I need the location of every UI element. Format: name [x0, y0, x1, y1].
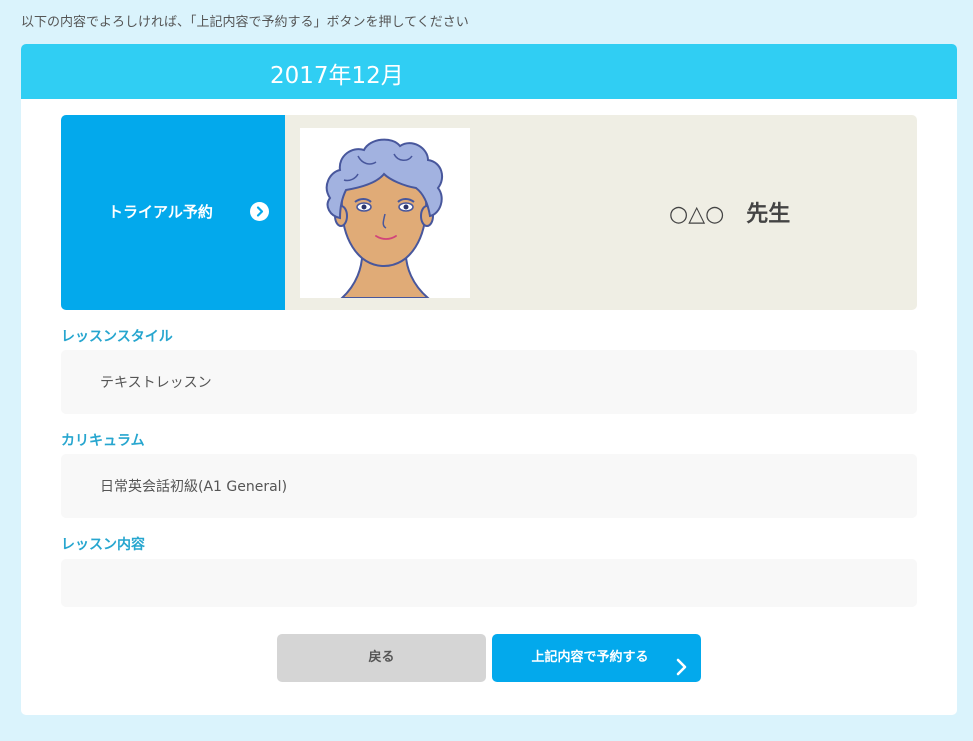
- panel-header: 2017年12月: [21, 44, 957, 99]
- teacher-avatar: [300, 128, 470, 298]
- instruction-text: 以下の内容でよろしければ、「上記内容で予約する」ボタンを押してください: [21, 15, 469, 30]
- teacher-name: ○△○ 先生: [669, 202, 791, 227]
- lesson-content-label: レッスン内容: [61, 537, 145, 553]
- curriculum-label: カリキュラム: [61, 433, 145, 449]
- back-button[interactable]: 戻る: [277, 634, 486, 682]
- trial-reservation-label: トライアル予約: [108, 203, 213, 221]
- lesson-style-field: テキストレッスン: [61, 350, 917, 414]
- submit-reservation-button[interactable]: 上記内容で予約する: [492, 634, 701, 682]
- lesson-content-field: [61, 559, 917, 607]
- chevron-right-circle-icon: [250, 202, 269, 221]
- trial-reservation-button[interactable]: トライアル予約: [61, 115, 285, 310]
- month-title: 2017年12月: [270, 63, 404, 89]
- teacher-card: トライアル予約 ○△○ 先生: [61, 115, 917, 310]
- submit-reservation-label: 上記内容で予約する: [531, 650, 649, 665]
- chevron-right-icon: [675, 649, 687, 697]
- lesson-style-value: テキストレッスン: [100, 375, 212, 391]
- reservation-panel: 2017年12月 トライアル予約 ○△○ 先生 レッスンスタイル テキストレッス…: [21, 44, 957, 715]
- curriculum-value: 日常英会話初級(A1 General): [100, 479, 288, 495]
- curriculum-field: 日常英会話初級(A1 General): [61, 454, 917, 518]
- lesson-style-label: レッスンスタイル: [61, 329, 173, 345]
